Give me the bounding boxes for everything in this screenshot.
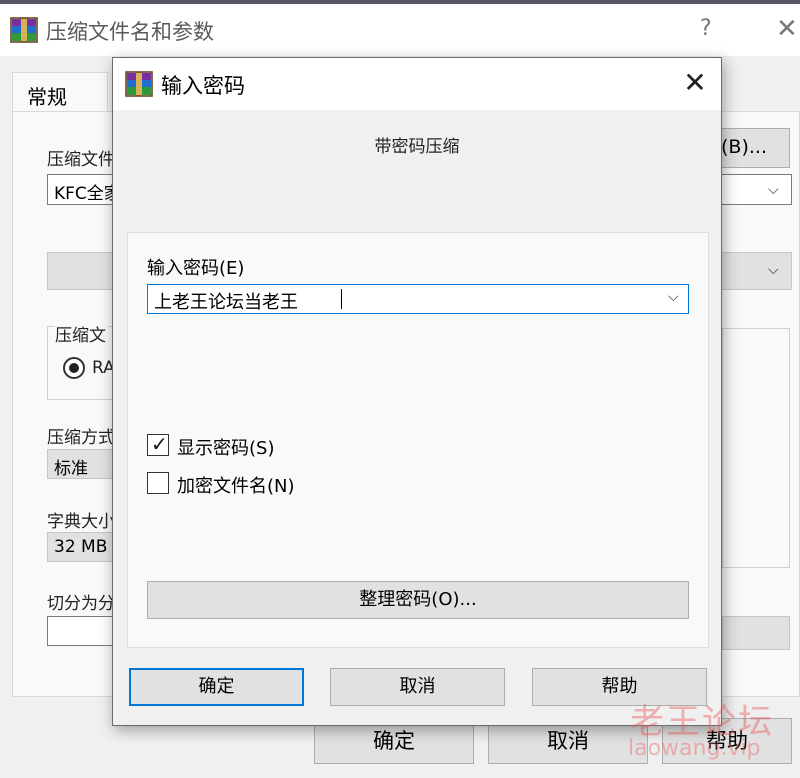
watermark: 老王论坛 laowang.vip xyxy=(618,694,788,774)
password-value: 上老王论坛当老王 xyxy=(154,292,298,313)
cancel-button[interactable]: 取消 xyxy=(330,668,505,706)
checkmark-icon: ✓ xyxy=(151,432,168,456)
ok-button[interactable]: 确定 xyxy=(129,668,304,706)
archive-window-titlebar: 压缩文件名和参数 ? ✕ xyxy=(0,4,800,56)
dialog-titlebar: 输入密码 ✕ xyxy=(113,58,721,110)
winrar-app-icon xyxy=(125,71,153,97)
close-icon[interactable]: ✕ xyxy=(679,68,711,100)
archive-format-label: 压缩文 xyxy=(55,321,108,346)
compression-method-value: 标准 xyxy=(54,459,88,479)
split-volumes-label: 切分为分 xyxy=(47,594,115,614)
archive-window-title: 压缩文件名和参数 xyxy=(46,20,214,44)
dictionary-size-label: 字典大小 xyxy=(47,512,115,532)
archive-options-group xyxy=(722,328,790,568)
chevron-down-icon[interactable]: ⌵ xyxy=(668,289,679,305)
help-icon[interactable]: ? xyxy=(700,16,712,41)
tab-general[interactable]: 常规 xyxy=(12,72,108,116)
show-password-checkbox[interactable]: ✓ xyxy=(147,432,169,456)
parameters-button[interactable] xyxy=(722,616,790,650)
split-volumes-input[interactable] xyxy=(47,616,117,646)
organize-passwords-button[interactable]: 整理密码(O)... xyxy=(147,581,689,619)
text-caret xyxy=(341,289,342,309)
encrypt-filenames-checkbox[interactable] xyxy=(147,472,169,494)
dictionary-size-value: 32 MB xyxy=(54,537,108,557)
chevron-down-icon[interactable]: ⌵ xyxy=(768,182,779,198)
encrypt-filenames-label: 加密文件名(N) xyxy=(177,476,295,497)
tab-general-label: 常规 xyxy=(27,85,67,109)
password-label: 输入密码(E) xyxy=(147,258,245,279)
dialog-title: 输入密码 xyxy=(161,74,245,98)
password-input[interactable]: 上老王论坛当老王 ⌵ xyxy=(147,284,689,314)
show-password-label: 显示密码(S) xyxy=(177,438,275,459)
enter-password-dialog: 输入密码 ✕ 带密码压缩 输入密码(E) 上老王论坛当老王 ⌵ ✓ 显示密码(S… xyxy=(112,57,722,726)
archive-name-value: KFC全家 xyxy=(54,184,121,204)
compression-method-label: 压缩方式 xyxy=(47,428,115,448)
dictionary-size-select[interactable]: 32 MB xyxy=(47,532,117,562)
watermark-text-en: laowang.vip xyxy=(628,736,761,761)
dialog-header: 带密码压缩 xyxy=(374,137,460,157)
winrar-app-icon xyxy=(10,17,38,43)
format-radio-rar[interactable] xyxy=(63,357,85,379)
close-icon[interactable]: ✕ xyxy=(776,16,798,42)
compression-method-select[interactable]: 标准 xyxy=(47,449,117,479)
chevron-down-icon[interactable]: ⌵ xyxy=(768,262,779,278)
